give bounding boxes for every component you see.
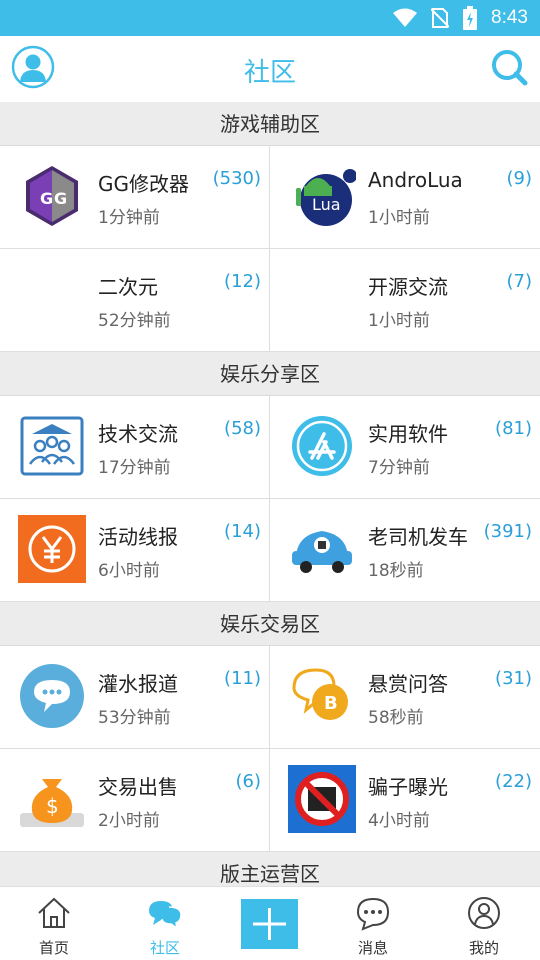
- tech-exchange-icon: [20, 416, 84, 476]
- nav-home-label: 首页: [38, 939, 69, 957]
- new-post-button[interactable]: [241, 899, 298, 949]
- board-count: (58): [224, 418, 261, 439]
- board-time: 18秒前: [368, 561, 424, 581]
- board-time: 52分钟前: [98, 311, 171, 331]
- plus-icon: [253, 908, 286, 940]
- board-count: (530): [212, 168, 261, 189]
- nav-messages[interactable]: 消息: [333, 887, 413, 960]
- app-bar: 社区: [0, 36, 540, 102]
- board-count: (11): [224, 668, 261, 689]
- board-count: (14): [224, 521, 261, 542]
- no-scam-icon: [288, 765, 356, 833]
- board-list[interactable]: 游戏辅助区 G G GG修改器 (530) 1分钟前 Lua AndroLua …: [0, 102, 540, 886]
- board-time: 2小时前: [98, 811, 160, 831]
- board-name: 技术交流: [98, 422, 178, 446]
- chat-bubble-icon: [20, 664, 84, 728]
- money-bag-icon: $: [20, 779, 84, 827]
- car-icon: [292, 531, 352, 573]
- board-time: 6小时前: [98, 561, 160, 581]
- battery-charging-icon: [463, 6, 478, 30]
- svg-text:$: $: [46, 794, 59, 818]
- board-time: 1分钟前: [98, 208, 160, 228]
- nav-mine-label: 我的: [468, 939, 499, 957]
- board-name: 悬赏问答: [368, 672, 448, 696]
- svg-text:G: G: [40, 189, 53, 208]
- board-item[interactable]: 活动线报 (14) 6小时前: [0, 499, 270, 602]
- board-item[interactable]: 实用软件 (81) 7分钟前: [270, 396, 540, 499]
- board-count: (12): [224, 271, 261, 292]
- board-item[interactable]: $ 交易出售 (6) 2小时前: [0, 749, 270, 852]
- board-time: 4小时前: [368, 811, 430, 831]
- board-item[interactable]: 灌水报道 (11) 53分钟前: [0, 646, 270, 749]
- board-name: 老司机发车: [368, 525, 468, 549]
- board-item[interactable]: 骗子曝光 (22) 4小时前: [270, 749, 540, 852]
- board-name: 实用软件: [368, 422, 448, 446]
- nav-community[interactable]: 社区: [125, 887, 205, 960]
- section-grid: G G GG修改器 (530) 1分钟前 Lua AndroLua (9) 1小…: [0, 146, 540, 352]
- board-time: 1小时前: [368, 311, 430, 331]
- search-icon[interactable]: [490, 48, 528, 86]
- board-count: (6): [235, 771, 262, 792]
- board-item[interactable]: 技术交流 (58) 17分钟前: [0, 396, 270, 499]
- board-item[interactable]: Lua AndroLua (9) 1小时前: [270, 146, 540, 249]
- board-time: 1小时前: [368, 208, 430, 228]
- user-icon: [468, 897, 500, 929]
- board-item[interactable]: B 悬赏问答 (31) 58秒前: [270, 646, 540, 749]
- board-item[interactable]: G G GG修改器 (530) 1分钟前: [0, 146, 270, 249]
- nav-home[interactable]: 首页: [14, 887, 94, 960]
- board-name: 骗子曝光: [368, 775, 448, 799]
- board-name: GG修改器: [98, 172, 189, 196]
- message-icon: [356, 897, 390, 931]
- section-header: 娱乐交易区: [0, 602, 540, 646]
- section-grid: 技术交流 (58) 17分钟前 实用软件 (81) 7分钟前 活动线报 (14)…: [0, 396, 540, 602]
- svg-text:Lua: Lua: [312, 195, 341, 214]
- androlua-icon: Lua: [296, 169, 356, 226]
- board-count: (7): [506, 271, 533, 292]
- board-name: AndroLua: [368, 168, 463, 192]
- board-item[interactable]: 老司机发车 (391) 18秒前: [270, 499, 540, 602]
- bitcoin-chat-icon: B: [292, 668, 348, 720]
- nav-mine[interactable]: 我的: [444, 887, 524, 960]
- board-name: 灌水报道: [98, 672, 178, 696]
- board-time: 7分钟前: [368, 458, 430, 478]
- board-name: 二次元: [98, 275, 158, 299]
- section-header: 版主运营区: [0, 852, 540, 886]
- board-name: 活动线报: [98, 525, 178, 549]
- board-time: 58秒前: [368, 708, 424, 728]
- home-icon: [38, 897, 70, 928]
- board-item[interactable]: 开源交流 (7) 1小时前: [270, 249, 540, 352]
- status-bar: 8:43: [0, 0, 540, 36]
- page-title: 社区: [243, 58, 296, 88]
- board-item[interactable]: 二次元 (12) 52分钟前: [0, 249, 270, 352]
- nav-community-label: 社区: [149, 939, 180, 957]
- board-count: (391): [483, 521, 532, 542]
- app-store-icon: [292, 416, 352, 476]
- nav-messages-label: 消息: [357, 939, 388, 957]
- status-time: 8:43: [491, 7, 528, 28]
- wifi-icon: [393, 8, 418, 27]
- svg-text:G: G: [54, 189, 67, 208]
- section-header: 娱乐分享区: [0, 352, 540, 396]
- section-header: 游戏辅助区: [0, 102, 540, 146]
- board-count: (31): [495, 668, 532, 689]
- yuan-coin-icon: [18, 515, 86, 583]
- board-time: 17分钟前: [98, 458, 171, 478]
- board-name: 交易出售: [98, 775, 178, 799]
- board-count: (22): [495, 771, 532, 792]
- community-chat-icon: [149, 901, 182, 930]
- board-time: 53分钟前: [98, 708, 171, 728]
- board-count: (81): [495, 418, 532, 439]
- board-name: 开源交流: [368, 275, 448, 299]
- bottom-nav: 首页 社区 消息 我的: [0, 886, 540, 960]
- section-grid: 灌水报道 (11) 53分钟前 B 悬赏问答 (31) 58秒前 $ 交易出售 …: [0, 646, 540, 852]
- gg-modifier-icon: G G: [26, 166, 78, 226]
- no-sim-icon: [431, 8, 450, 28]
- board-count: (9): [506, 168, 533, 189]
- svg-text:B: B: [324, 693, 338, 714]
